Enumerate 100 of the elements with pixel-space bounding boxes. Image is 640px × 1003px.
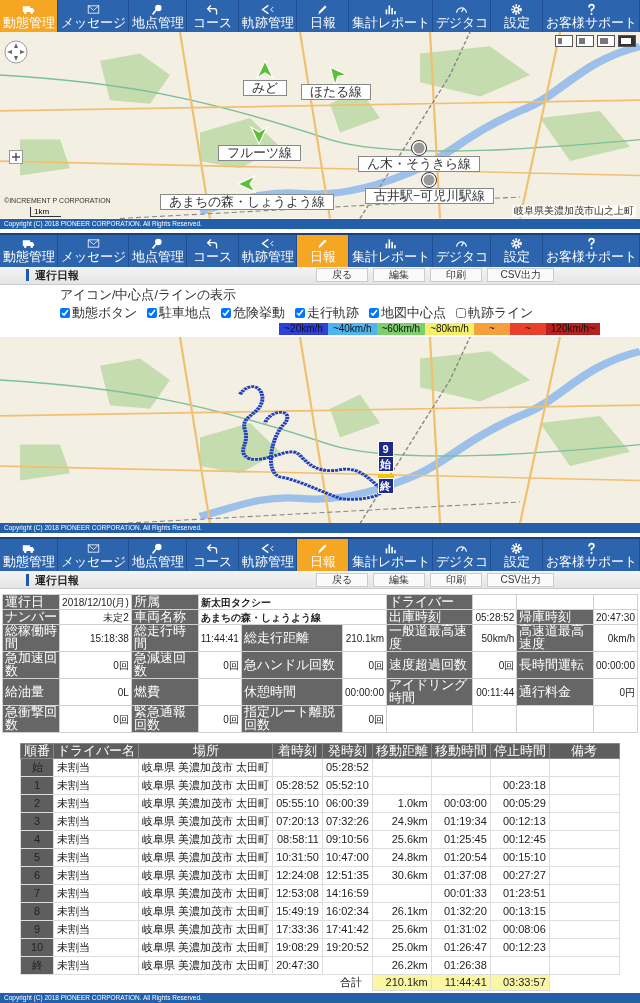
table-cell: 01:37:08 bbox=[431, 866, 491, 885]
table-cell: 岐阜県 美濃加茂市 太田町 bbox=[138, 884, 273, 903]
layout-icon[interactable] bbox=[555, 35, 573, 47]
table-cell: 岐阜県 美濃加茂市 太田町 bbox=[138, 866, 273, 885]
field-value: 2018/12/10(月) bbox=[59, 594, 132, 610]
pan-control-icon[interactable] bbox=[4, 40, 28, 64]
parked-vehicle-icon[interactable] bbox=[411, 140, 428, 157]
column-header: 着時刻 bbox=[272, 743, 323, 759]
checkbox[interactable] bbox=[221, 308, 231, 318]
table-cell: 岐阜県 美濃加茂市 太田町 bbox=[138, 794, 273, 813]
speed-legend-swatch: ~20km/h bbox=[279, 322, 328, 335]
field-value: 0円 bbox=[593, 678, 638, 706]
field-label: 総走行距離 bbox=[241, 624, 343, 652]
truck-icon bbox=[21, 237, 37, 250]
table-cell: 未割当 bbox=[53, 938, 139, 957]
zoom-in-icon[interactable] bbox=[9, 150, 23, 164]
table-cell: 25.6km bbox=[372, 920, 432, 939]
table-cell: 岐阜県 美濃加茂市 太田町 bbox=[138, 758, 273, 777]
nav-tab[interactable]: コース bbox=[187, 234, 240, 267]
vehicle-label: フルーツ線 bbox=[217, 145, 301, 162]
toolbar-button[interactable]: 戻る bbox=[316, 572, 369, 587]
table-cell: 25.0km bbox=[372, 938, 432, 957]
table-cell: 15:49:19 bbox=[272, 902, 323, 921]
field-value: 未定2 bbox=[59, 609, 132, 625]
toolbar-button[interactable]: 印刷 bbox=[430, 572, 483, 587]
table-cell: 24.9km bbox=[372, 812, 432, 831]
checkbox[interactable] bbox=[369, 308, 379, 318]
table-cell: 14:16:59 bbox=[322, 884, 373, 903]
layout-icon[interactable] bbox=[576, 35, 594, 47]
checkbox-label: 動態ボタン bbox=[72, 304, 137, 322]
table-cell: 00:23:18 bbox=[490, 776, 550, 795]
field-label: 休憩時間 bbox=[241, 678, 343, 706]
table-cell: 岐阜県 美濃加茂市 太田町 bbox=[138, 902, 273, 921]
field-value: あまちの森・しょうよう線 bbox=[198, 609, 387, 625]
nav-tab[interactable]: メッセージ bbox=[58, 234, 130, 267]
layout-icon[interactable] bbox=[597, 35, 615, 47]
checkbox[interactable] bbox=[60, 308, 70, 318]
vehicle-arrow-icon[interactable] bbox=[249, 125, 270, 146]
column-header: 場所 bbox=[138, 743, 273, 759]
table-cell: 00:13:15 bbox=[490, 902, 550, 921]
field-value: 50km/h bbox=[472, 624, 517, 652]
checkbox-label: 地図中心点 bbox=[381, 304, 446, 322]
field-value: 0回 bbox=[198, 705, 242, 733]
settings-icon bbox=[509, 237, 525, 250]
nav-tab[interactable]: デジタコ bbox=[433, 234, 492, 267]
field-value: 0回 bbox=[59, 651, 132, 679]
vehicle-arrow-icon[interactable] bbox=[237, 173, 257, 194]
table-cell: 岐阜県 美濃加茂市 太田町 bbox=[138, 938, 273, 957]
field-label: 急減速回数 bbox=[131, 651, 199, 679]
checkbox[interactable] bbox=[295, 308, 305, 318]
envelope-icon bbox=[85, 541, 101, 555]
layout-icon[interactable] bbox=[618, 35, 636, 47]
toolbar-button[interactable]: 戻る bbox=[316, 268, 369, 282]
field-label: ドライバー bbox=[386, 594, 473, 610]
checkbox[interactable] bbox=[456, 308, 466, 318]
field-value: 0回 bbox=[198, 651, 242, 679]
table-cell: 01:20:54 bbox=[431, 848, 491, 867]
table-cell: 未割当 bbox=[53, 902, 139, 921]
checkbox-label: 駐車地点 bbox=[159, 304, 211, 322]
table-cell: 19:08:29 bbox=[272, 938, 323, 957]
toolbar-button[interactable]: 印刷 bbox=[430, 268, 483, 282]
envelope-icon bbox=[85, 2, 101, 16]
nav-tab[interactable]: 地点管理 bbox=[129, 234, 188, 267]
column-header: 移動距離 bbox=[372, 743, 432, 759]
field-label: 通行料金 bbox=[516, 678, 594, 706]
table-cell: 00:01:33 bbox=[431, 884, 491, 903]
field-value: 0km/h bbox=[593, 624, 638, 652]
table-cell: 19:20:52 bbox=[322, 938, 373, 957]
toolbar-button[interactable]: CSV出力 bbox=[487, 572, 554, 587]
toolbar-button[interactable]: 編集 bbox=[373, 572, 426, 587]
speed-legend-swatch: ~60km/h bbox=[376, 322, 426, 335]
nav-tab[interactable]: 集計レポート bbox=[349, 234, 434, 267]
toolbar-button[interactable]: 編集 bbox=[373, 268, 426, 282]
table-cell: 未割当 bbox=[53, 956, 139, 975]
table-cell: 05:28:52 bbox=[322, 758, 373, 777]
checkbox[interactable] bbox=[147, 308, 157, 318]
table-cell: 01:32:20 bbox=[431, 902, 491, 921]
table-cell: 岐阜県 美濃加茂市 太田町 bbox=[138, 956, 273, 975]
field-label: 緊急通報回数 bbox=[131, 705, 199, 733]
nav-tab[interactable]: お客様サポート bbox=[543, 234, 640, 267]
table-cell: 05:28:52 bbox=[272, 776, 323, 795]
field-label: 所属 bbox=[131, 594, 199, 610]
arrow-icon bbox=[260, 2, 276, 16]
column-header: 発時刻 bbox=[322, 743, 373, 759]
order-number: 8 bbox=[33, 905, 41, 917]
toolbar-button[interactable]: CSV出力 bbox=[487, 268, 554, 282]
table-cell: 未割当 bbox=[53, 776, 139, 795]
speed-legend-swatch: ~80km/h bbox=[425, 322, 474, 335]
parked-vehicle-icon[interactable] bbox=[421, 171, 438, 188]
nav-tab[interactable]: 動態管理 bbox=[0, 234, 59, 267]
table-cell: 08:58:11 bbox=[272, 830, 323, 849]
field-value: 11:44:41 bbox=[198, 624, 242, 652]
table-cell: 20:47:30 bbox=[272, 956, 323, 975]
table-cell: 26.1km bbox=[372, 902, 432, 921]
vehicle-arrow-icon[interactable] bbox=[255, 59, 276, 80]
nav-tab[interactable]: 設定 bbox=[491, 234, 544, 267]
speed-legend-swatch: ~40km/h bbox=[327, 322, 377, 335]
field-label: 運行日 bbox=[2, 594, 60, 610]
field-label: 一般道最高速度 bbox=[386, 624, 473, 652]
order-number: 3 bbox=[33, 815, 41, 827]
